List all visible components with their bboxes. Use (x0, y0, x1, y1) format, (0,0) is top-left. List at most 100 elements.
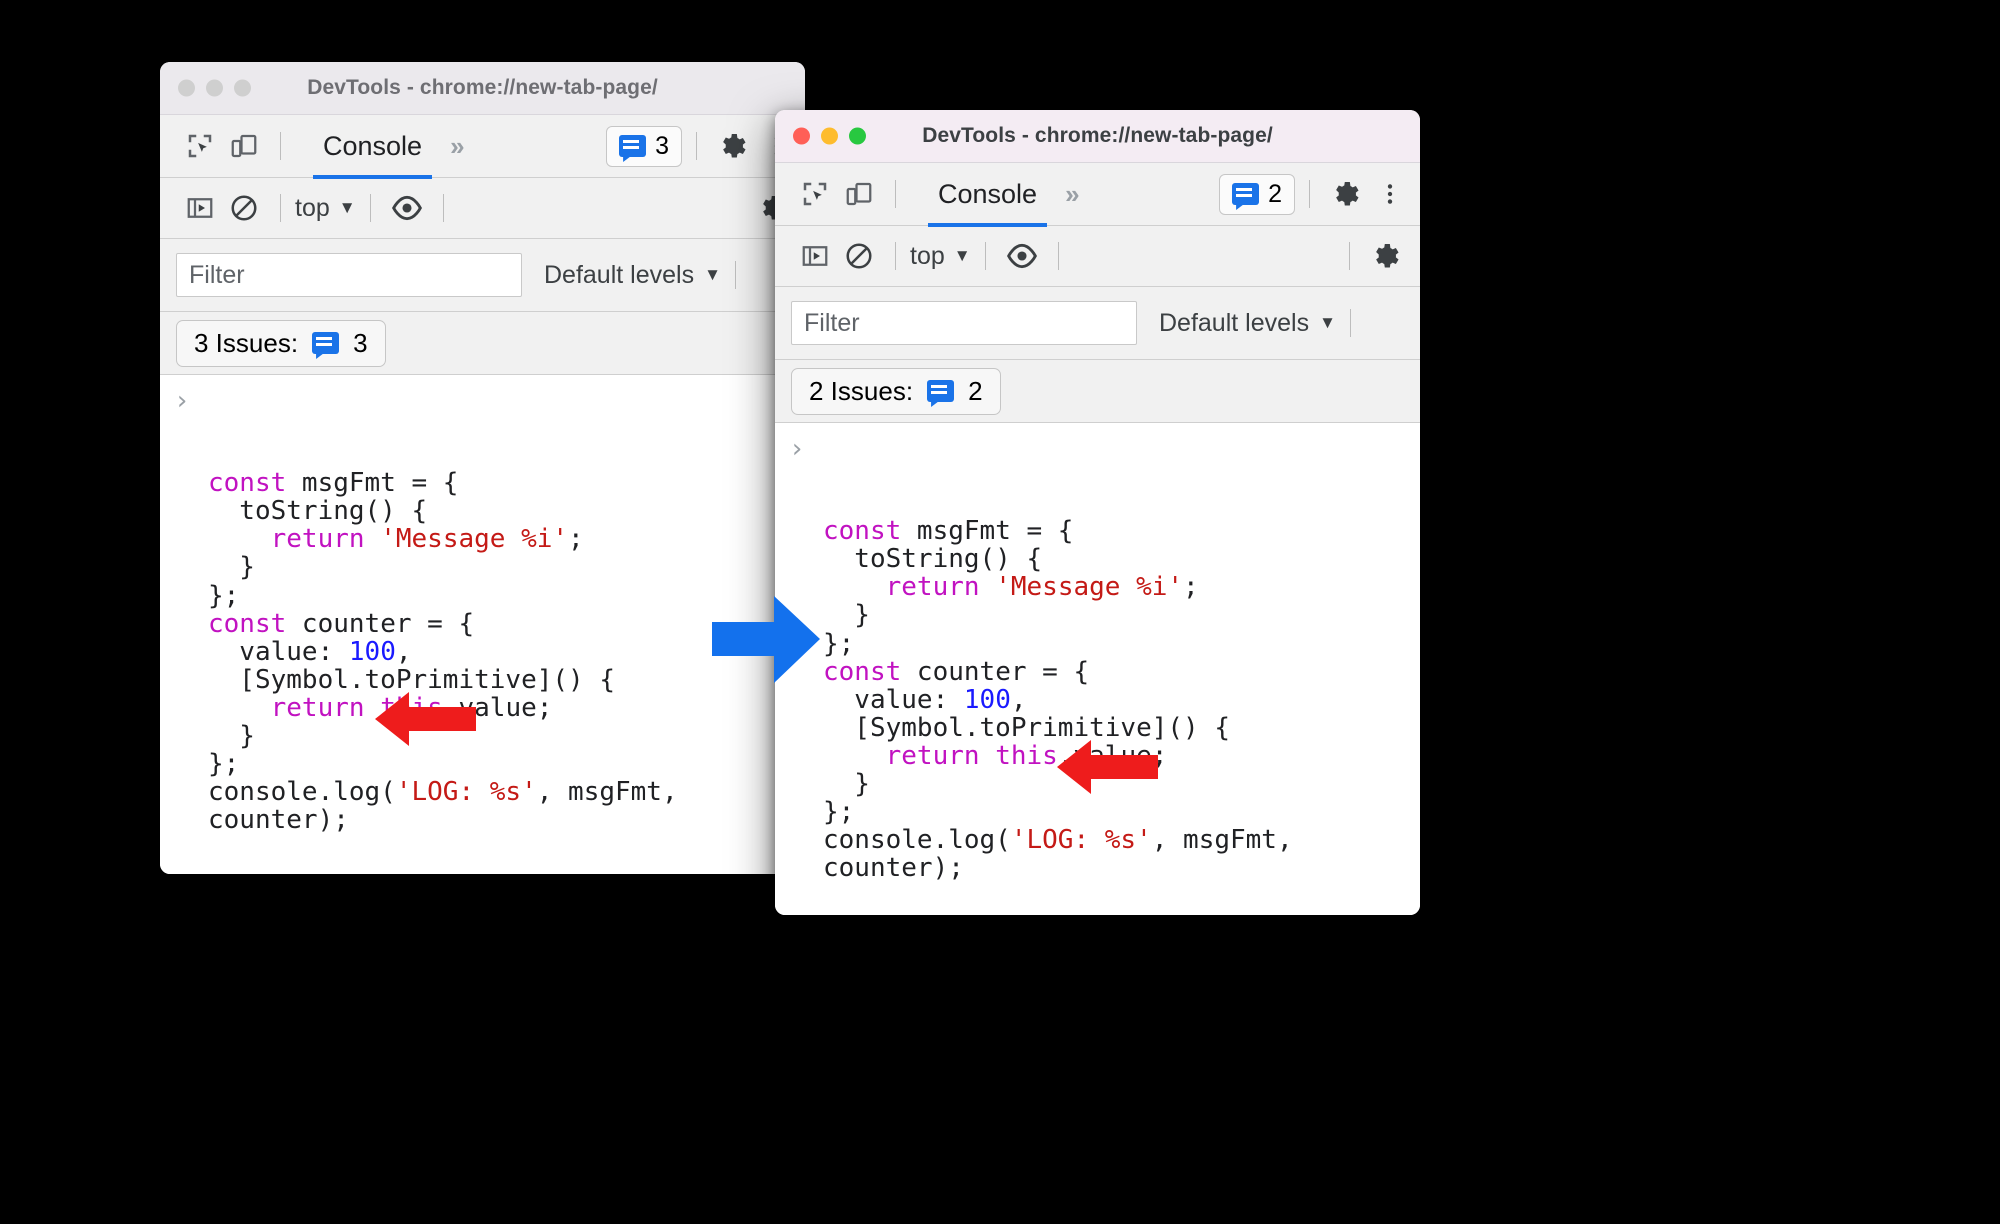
execution-context-selector[interactable]: top ▼ (295, 194, 356, 223)
tab-console[interactable]: Console (313, 131, 433, 179)
inspect-element-icon[interactable] (793, 172, 837, 216)
code-line: }; (775, 798, 1420, 826)
code-line: return this.value; (160, 694, 805, 722)
code-token: console.log( (823, 825, 1011, 856)
log-level-selector[interactable]: Default levels ▼ (1159, 309, 1336, 338)
inspect-element-icon[interactable] (178, 124, 222, 168)
tab-console[interactable]: Console (928, 179, 1048, 227)
toolbar-divider-2 (1309, 180, 1310, 208)
kebab-menu-icon[interactable] (1368, 172, 1412, 216)
code-line: } (160, 722, 805, 750)
devtools-window-before[interactable]: DevTools - chrome://new-tab-page/ Consol… (160, 62, 805, 874)
code-token: , (1010, 684, 1027, 715)
screenshot-stage: DevTools - chrome://new-tab-page/ Consol… (0, 0, 2000, 1224)
chevron-down-icon: ▼ (1319, 313, 1336, 332)
issues-summary-count: 3 (353, 327, 368, 358)
code-token: counter = { (301, 608, 475, 639)
code-line: }; (160, 750, 805, 778)
issues-summary-button[interactable]: 3 Issues: 3 (176, 319, 386, 367)
code-token: this (995, 740, 1058, 771)
code-token: } (823, 768, 870, 799)
console-settings-gear-icon[interactable] (1364, 234, 1408, 278)
code-line: } (160, 553, 805, 581)
console-output-area[interactable]: › const msgFmt = { toString() { return '… (160, 375, 805, 874)
code-token: const (823, 516, 917, 547)
close-button[interactable] (793, 127, 810, 145)
more-tabs-icon[interactable]: » (450, 131, 465, 162)
toolbar-divider (280, 132, 281, 160)
traffic-lights (793, 127, 866, 145)
maximize-button[interactable] (234, 79, 251, 97)
console-sidebar-icon[interactable] (178, 186, 222, 230)
code-token: const (208, 608, 302, 639)
minimize-button[interactable] (821, 127, 838, 145)
filterbar-divider (895, 242, 896, 270)
issues-badge[interactable]: 2 (1219, 173, 1295, 215)
console-filterbar: top ▼ (775, 226, 1420, 287)
code-token: 100 (963, 684, 1011, 715)
window-titlebar: DevTools - chrome://new-tab-page/ (160, 62, 805, 115)
code-token: return (885, 740, 996, 771)
code-line: const counter = { (775, 658, 1420, 686)
live-expression-icon[interactable] (1000, 234, 1044, 278)
code-line: counter); (160, 806, 805, 834)
code-token: toString() { (208, 496, 428, 527)
code-token: }; (823, 628, 855, 659)
code-token: [Symbol.toPrimitive]() { (823, 712, 1230, 743)
maximize-button[interactable] (849, 127, 866, 145)
console-input-entry: › const msgFmt = { toString() { return '… (160, 375, 805, 874)
code-line: }; (775, 630, 1420, 658)
device-toolbar-icon[interactable] (222, 124, 266, 168)
code-token: msgFmt = { (301, 468, 459, 499)
code-line: console.log('LOG: %s', msgFmt, (775, 826, 1420, 854)
issues-summary-count: 2 (968, 375, 983, 406)
code-line: [Symbol.toPrimitive]() { (160, 666, 805, 694)
issues-bar: 2 Issues: 2 (775, 360, 1420, 423)
code-token: counter); (208, 805, 349, 836)
filter-input[interactable]: Filter (176, 253, 522, 297)
filterbar-divider-3 (442, 194, 444, 222)
chevron-down-icon: ▼ (953, 246, 971, 265)
code-line: toString() { (775, 545, 1420, 573)
issues-badge[interactable]: 3 (606, 125, 682, 167)
filter-input[interactable]: Filter (791, 301, 1137, 345)
code-token: , msgFmt, (536, 777, 678, 808)
code-line: const msgFmt = { (775, 517, 1420, 545)
filter-divider (1349, 309, 1351, 337)
code-token: }; (823, 797, 855, 828)
console-sidebar-icon[interactable] (793, 234, 837, 278)
code-line: } (775, 601, 1420, 629)
code-line: toString() { (160, 497, 805, 525)
window-titlebar: DevTools - chrome://new-tab-page/ (775, 110, 1420, 163)
gear-icon[interactable] (711, 124, 755, 168)
code-line: return 'Message %i'; (160, 525, 805, 553)
window-title: DevTools - chrome://new-tab-page/ (922, 124, 1273, 147)
log-level-selector[interactable]: Default levels ▼ (544, 261, 721, 290)
live-expression-icon[interactable] (385, 186, 429, 230)
code-token: 100 (348, 636, 396, 667)
red-left-arrow-after (1055, 738, 1160, 796)
filterbar-divider-4 (1349, 242, 1350, 270)
clear-console-icon[interactable] (837, 234, 881, 278)
clear-console-icon[interactable] (222, 186, 266, 230)
gear-icon[interactable] (1324, 172, 1368, 216)
close-button[interactable] (178, 79, 195, 97)
minimize-button[interactable] (206, 79, 223, 97)
device-toolbar-icon[interactable] (837, 172, 881, 216)
more-tabs-icon[interactable]: » (1065, 179, 1080, 210)
active-tab-underline (313, 174, 433, 179)
console-filter-row: Filter Default levels ▼ (160, 239, 805, 312)
code-token: , (395, 636, 412, 667)
execution-context-label: top (295, 193, 330, 222)
console-output-area[interactable]: › const msgFmt = { toString() { return '… (775, 423, 1420, 915)
message-icon (312, 332, 340, 354)
toolbar-divider-2 (696, 132, 697, 160)
issues-summary-button[interactable]: 2 Issues: 2 (791, 367, 1001, 415)
code-line: return 'Message %i'; (775, 573, 1420, 601)
execution-context-selector[interactable]: top ▼ (910, 242, 971, 271)
chevron-down-icon: ▼ (338, 198, 356, 217)
code-token: }; (208, 580, 240, 611)
